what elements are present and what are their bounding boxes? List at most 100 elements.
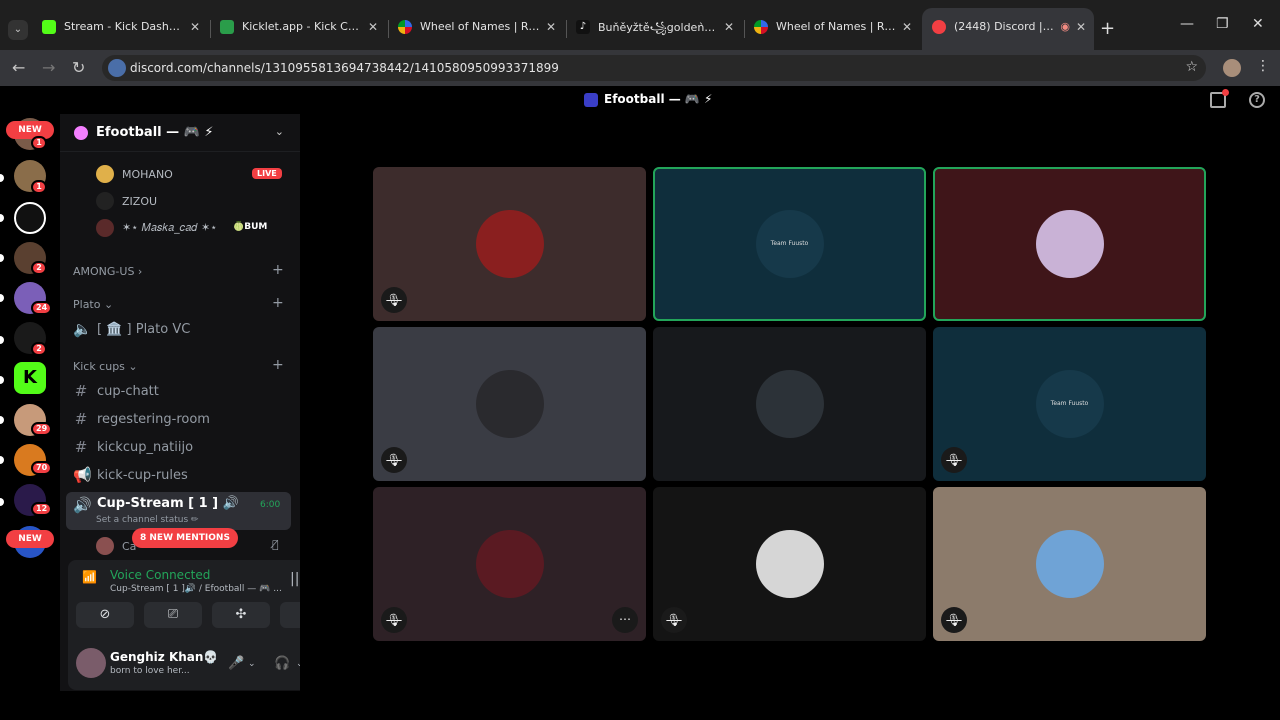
browser-tab-4[interactable]: ♪ Buňěyžtě꧁goldeǹso (@b ✕ (566, 8, 742, 52)
channel-cup-chatt[interactable]: # cup-chatt (73, 379, 291, 403)
hashtag-icon: # (74, 382, 88, 400)
avatar (475, 530, 544, 598)
category-kick-cups[interactable]: Kick cups ⌄ (73, 360, 138, 373)
browser-tab-5[interactable]: Wheel of Names | Random ✕ (744, 8, 920, 52)
user-status: born to love her... (110, 666, 190, 676)
avatar (475, 210, 544, 278)
participant-tile[interactable] (653, 327, 926, 481)
close-icon[interactable]: ✕ (902, 20, 912, 34)
tab-search-button[interactable]: ⌄ (8, 20, 28, 40)
avatar (1035, 530, 1104, 598)
help-icon[interactable]: ? (1249, 92, 1265, 108)
channel-name: kick-cup-rules (97, 467, 188, 483)
participant-tile[interactable]: Team Fuusto (653, 167, 926, 321)
profile-avatar[interactable] (1223, 59, 1241, 77)
headphones-icon[interactable]: 🎧 (274, 656, 290, 671)
close-icon[interactable]: ✕ (724, 20, 734, 34)
notification-badge: 2 (31, 261, 47, 275)
microphone-icon[interactable]: 🎤 (228, 656, 244, 671)
browser-tab-strip: ⌄ Stream - Kick Dashboard ✕ Kicklet.app … (0, 0, 1280, 52)
avatar (755, 530, 824, 598)
forward-icon[interactable]: → (42, 58, 55, 77)
channel-kick-cup-rules[interactable]: 📢 kick-cup-rules (73, 463, 291, 487)
participant-tile[interactable]: 🎙 (653, 487, 926, 641)
channel-name: regestering-room (97, 411, 210, 427)
new-mentions-pill[interactable]: 8 NEW MENTIONS (132, 528, 238, 548)
add-channel-icon[interactable]: + (272, 357, 284, 373)
live-badge: LIVE (252, 168, 282, 179)
participant-tile[interactable]: 🎙 (373, 167, 646, 321)
discord-icon (932, 20, 946, 34)
menu-kebab-icon[interactable]: ⋮ (1256, 58, 1270, 74)
hashtag-icon: # (74, 410, 88, 428)
participant-tile[interactable] (933, 167, 1206, 321)
voice-location[interactable]: Cup-Stream [ 1 ]🔊 / Efootball — 🎮 ... (110, 584, 282, 594)
muted-mic-icon: 🎙 (941, 607, 967, 633)
voice-timer: 6:00 (260, 500, 281, 510)
url-text: discord.com/channels/1310955813694738442… (130, 61, 559, 75)
browser-tab-2[interactable]: Kicklet.app - Kick Chatbot ✕ (210, 8, 386, 52)
efootball-server-icon[interactable] (14, 202, 46, 234)
minimize-button[interactable]: — (1180, 16, 1194, 32)
channel-status[interactable]: Set a channel status ✏ (96, 515, 199, 525)
reload-icon[interactable]: ↻ (72, 58, 85, 77)
voice-stage: 🎙 Team Fuusto 🎙 Team Fuusto 🎙 🎙 ⋯ 🎙 🎙 (300, 114, 1280, 720)
participant-tile[interactable]: 🎙 (373, 327, 646, 481)
browser-tab-3[interactable]: Wheel of Names | Random ✕ (388, 8, 564, 52)
camera-off-button[interactable]: ⊘ (76, 602, 134, 628)
channel-regestering-room[interactable]: # regestering-room (73, 407, 291, 431)
add-channel-icon[interactable]: + (272, 295, 284, 311)
server-header[interactable]: Efootball — 🎮 ⚡ ⌄ (60, 114, 300, 152)
add-channel-icon[interactable]: + (272, 262, 284, 278)
channel-name: cup-chatt (97, 383, 159, 399)
close-icon[interactable]: ✕ (546, 20, 556, 34)
notification-badge: 1 (31, 136, 47, 150)
chevron-down-icon[interactable]: ⌄ (275, 125, 284, 138)
kick-server-icon[interactable]: K (14, 362, 46, 394)
close-window-button[interactable]: ✕ (1252, 16, 1264, 32)
address-bar[interactable]: discord.com/channels/1310955813694738442… (102, 55, 1206, 81)
close-icon[interactable]: ✕ (190, 20, 200, 34)
voice-user[interactable]: ZIZOU (96, 190, 157, 212)
muted-mic-icon: 🎙 (661, 607, 687, 633)
inbox-icon[interactable] (1210, 89, 1229, 108)
category-among-us[interactable]: AMONG-US › (73, 265, 142, 278)
avatar[interactable] (76, 648, 106, 678)
voice-user[interactable]: ✶⋆ 𝑀𝑎𝑠𝑘𝑎_𝑐𝑎𝑑 ✶⋆ (96, 217, 217, 239)
user-name[interactable]: Genghiz Khan💀 (110, 650, 218, 664)
bookmark-star-icon[interactable]: ☆ (1185, 59, 1198, 75)
channel-plato-vc[interactable]: 🔈 [ 🏛️ ] Plato VC (73, 317, 291, 341)
activities-button[interactable]: ✣ (212, 602, 270, 628)
kicklet-icon (220, 20, 234, 34)
channel-name: kickcup_natiijo (97, 439, 194, 455)
signal-icon[interactable]: 📶 (82, 570, 98, 586)
chevron-down-icon[interactable]: ⌄ (248, 659, 256, 669)
category-plato[interactable]: Plato ⌄ (73, 298, 113, 311)
screen-share-button[interactable]: ⎚ (144, 602, 202, 628)
speaker-icon: 🔈 (73, 320, 92, 338)
voice-user[interactable]: MOHANO (96, 163, 173, 185)
voice-status[interactable]: Voice Connected (110, 568, 210, 582)
close-icon[interactable]: ✕ (1076, 20, 1086, 34)
close-icon[interactable]: ✕ (368, 20, 378, 34)
channel-kickcup-natiijo[interactable]: # kickcup_natiijo (73, 435, 291, 459)
avatar (96, 165, 114, 183)
hashtag-icon: # (74, 438, 88, 456)
site-info-icon[interactable] (108, 59, 126, 77)
new-tab-button[interactable]: + (1100, 18, 1115, 39)
participant-tile[interactable]: 🎙 ⋯ (373, 487, 646, 641)
tab-title: Kicklet.app - Kick Chatbot (242, 20, 362, 33)
recording-icon: ◉ (1060, 20, 1070, 33)
avatar: Team Fuusto (1035, 370, 1104, 438)
notification-badge: 1 (31, 180, 47, 194)
browser-tab-6-active[interactable]: (2448) Discord | Cup-S ◉ ✕ (922, 8, 1094, 52)
browser-tab-1[interactable]: Stream - Kick Dashboard ✕ (32, 8, 208, 52)
new-badge[interactable]: NEW (6, 121, 54, 139)
window-title: Efootball — 🎮 ⚡ (584, 92, 712, 107)
participant-tile[interactable]: Team Fuusto 🎙 (933, 327, 1206, 481)
more-options-icon[interactable]: ⋯ (612, 607, 638, 633)
back-icon[interactable]: ← (12, 58, 25, 77)
participant-tile[interactable]: 🎙 (933, 487, 1206, 641)
maximize-button[interactable]: ❐ (1216, 16, 1229, 32)
new-badge[interactable]: NEW (6, 530, 54, 548)
